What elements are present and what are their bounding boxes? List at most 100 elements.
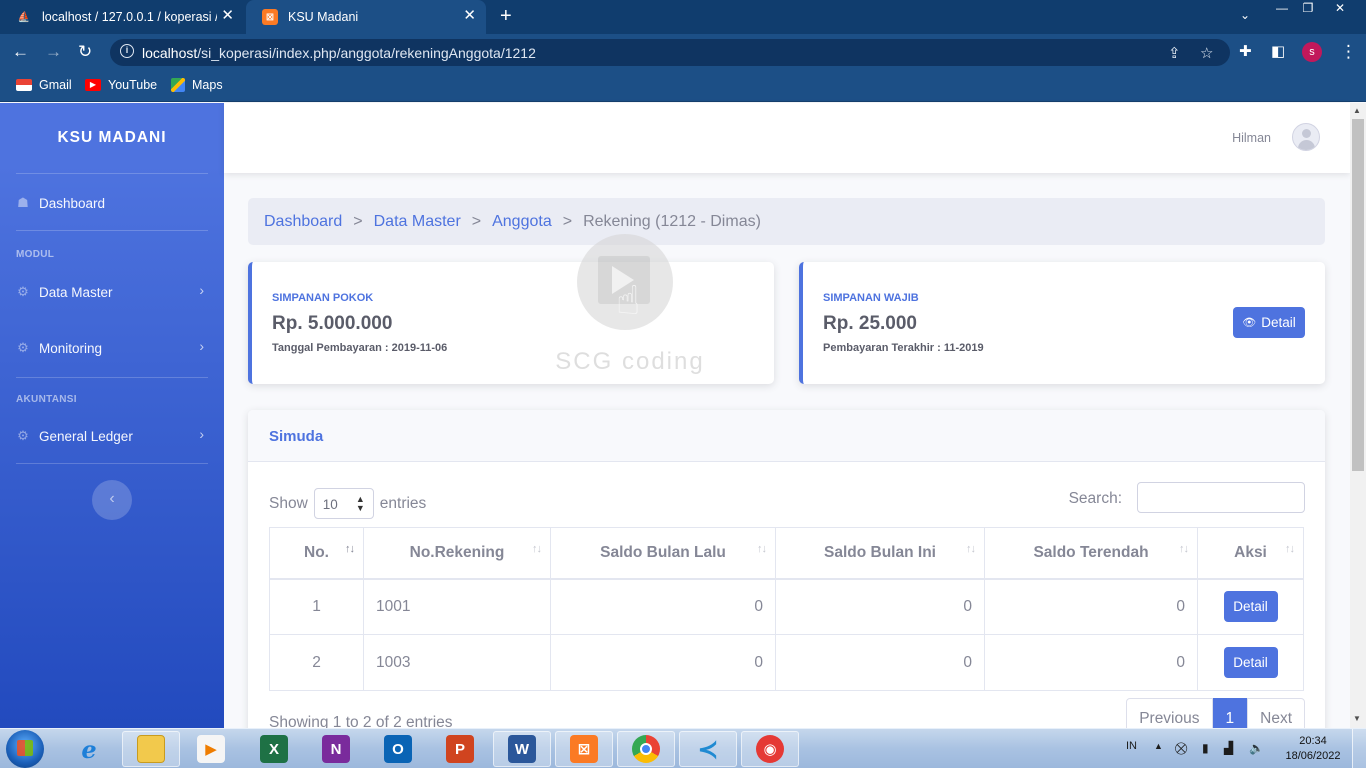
site-info-icon[interactable]: i [120, 44, 134, 58]
search-input[interactable] [1137, 482, 1305, 513]
close-tab-icon[interactable]: ✕ [221, 8, 234, 24]
browser-tab-ksu-madani[interactable]: ⊠ KSU Madani ✕ [246, 0, 486, 34]
card-label: SIMPANAN WAJIB [823, 292, 919, 304]
back-icon[interactable]: ← [12, 42, 29, 62]
phpmyadmin-favicon-icon: ⛵ [17, 11, 31, 23]
scrollbar-thumb[interactable] [1352, 119, 1364, 471]
tray-signal-icon[interactable]: ▟ [1224, 741, 1233, 755]
tray-clock[interactable]: 20:34 18/06/2022 [1281, 734, 1345, 764]
column-header-aksi[interactable]: Aksi ↑↓ [1197, 527, 1304, 580]
row-detail-button[interactable]: Detail [1223, 647, 1278, 678]
tab-title: KSU Madani [288, 10, 359, 24]
tab-search-chevron-icon[interactable]: ⌄ [1240, 8, 1250, 22]
sidebar-item-label: Dashboard [39, 195, 106, 211]
minimize-icon[interactable]: — [1268, 0, 1296, 18]
cell-saldo-bulan-ini: 0 [775, 634, 985, 691]
sidebar-divider [16, 463, 208, 464]
address-bar[interactable]: i localhost/si_koperasi/index.php/anggot… [110, 39, 1230, 66]
browser-tab-phpmyadmin[interactable]: ⛵ localhost / 127.0.0.1 / koperasi / ✕ [0, 0, 244, 34]
share-icon[interactable]: ⇪ [1168, 44, 1181, 62]
close-tab-icon[interactable]: ✕ [463, 8, 476, 24]
breadcrumb-dashboard[interactable]: Dashboard [264, 213, 342, 231]
chevron-right-icon: › [199, 282, 204, 298]
taskbar-xampp[interactable]: ⊠ [555, 731, 613, 767]
new-tab-icon[interactable]: + [500, 6, 512, 26]
column-header-saldo-terendah[interactable]: Saldo Terendah ↑↓ [984, 527, 1198, 580]
tray-volume-icon[interactable]: 🔈 [1249, 741, 1264, 755]
taskbar-onenote[interactable]: N [307, 731, 365, 767]
breadcrumb-anggota[interactable]: Anggota [492, 213, 552, 231]
sidebar-item-monitoring[interactable]: ⚙ Monitoring › [16, 335, 208, 361]
tray-language[interactable]: IN [1126, 740, 1137, 752]
entries-select[interactable]: 10 ▲ ▼ [313, 488, 374, 519]
entries-label: entries [379, 494, 427, 512]
bookmark-gmail[interactable]: Gmail [16, 78, 72, 92]
scroll-down-icon[interactable]: ▼ [1353, 714, 1361, 723]
sidebar-item-general-ledger[interactable]: ⚙ General Ledger › [16, 423, 208, 449]
taskbar-outlook[interactable]: O [369, 731, 427, 767]
taskbar-media-player[interactable]: ▶ [182, 731, 240, 767]
bookmarks-bar: Gmail ▶ YouTube Maps [0, 71, 1366, 102]
sidebar-item-dashboard[interactable]: ☗ Dashboard [16, 190, 208, 216]
user-avatar-icon[interactable] [1292, 123, 1320, 151]
sidebar-toggle-button[interactable]: ‹ [92, 480, 132, 520]
windows-taskbar: e ▶ X N O P W ⊠ ≺ ◉ IN ▲ ⛒ ▮ ▟ 🔈 20:34 1… [0, 728, 1366, 768]
reload-icon[interactable]: ↻ [78, 42, 92, 62]
column-header-no[interactable]: No. ↑↓ [269, 527, 364, 580]
row-detail-button[interactable]: Detail [1223, 591, 1278, 623]
taskbar-word[interactable]: W [493, 731, 551, 767]
close-window-icon[interactable]: ✕ [1326, 0, 1354, 18]
show-label: Show [269, 494, 308, 512]
column-header-saldo-bulan-ini[interactable]: Saldo Bulan Ini ↑↓ [775, 527, 985, 580]
extensions-icon[interactable]: ✚ [1239, 42, 1252, 62]
taskbar-chrome[interactable] [617, 731, 675, 767]
restore-icon[interactable]: ❐ [1294, 0, 1322, 18]
cell-no-rekening: 1003 [363, 634, 551, 691]
breadcrumb-current: Rekening (1212 - Dimas) [583, 212, 761, 230]
bookmark-star-icon[interactable]: ☆ [1200, 44, 1213, 62]
forward-icon[interactable]: → [45, 42, 62, 62]
clock-time: 20:34 [1299, 735, 1327, 747]
browser-tab-strip: ⛵ localhost / 127.0.0.1 / koperasi / ✕ ⊠… [0, 0, 1366, 34]
card-subtext: Tanggal Pembayaran : 2019-11-06 [272, 342, 448, 354]
sidebar-item-label: General Ledger [39, 428, 133, 444]
taskbar-internet-explorer[interactable]: e [60, 731, 118, 767]
tray-battery-icon[interactable]: ▮ [1202, 741, 1209, 755]
xampp-icon: ⊠ [570, 735, 598, 763]
sidebar-brand[interactable]: KSU MADANI [0, 129, 224, 147]
bookmark-maps[interactable]: Maps [171, 78, 223, 92]
vscode-icon: ≺ [697, 733, 719, 764]
taskbar-file-explorer[interactable] [122, 731, 180, 767]
taskbar-excel[interactable]: X [245, 731, 303, 767]
browser-menu-icon[interactable]: ⋮ [1340, 42, 1357, 62]
sidebar-heading-modul: MODUL [16, 249, 55, 260]
tray-show-hidden-icon[interactable]: ▲ [1154, 741, 1163, 751]
simpanan-pokok-card: SIMPANAN POKOK Rp. 5.000.000 Tanggal Pem… [248, 262, 774, 384]
side-panel-icon[interactable]: ◧ [1271, 42, 1285, 62]
card-amount: Rp. 25.000 [823, 313, 917, 334]
column-header-no-rekening[interactable]: No.Rekening ↑↓ [363, 527, 551, 580]
start-button[interactable] [6, 730, 44, 768]
taskbar-screen-recorder[interactable]: ◉ [741, 731, 799, 767]
chevron-right-icon: › [199, 426, 204, 442]
tab-title: localhost / 127.0.0.1 / koperasi / [42, 10, 217, 24]
column-header-saldo-bulan-lalu[interactable]: Saldo Bulan Lalu ↑↓ [550, 527, 776, 580]
simuda-card: Simuda Show 10 ▲ ▼ entries Search: No. ↑↓ … [248, 410, 1325, 740]
show-desktop-button[interactable] [1352, 729, 1366, 768]
taskbar-powerpoint[interactable]: P [431, 731, 489, 767]
card-amount: Rp. 5.000.000 [272, 313, 393, 334]
tray-network-error-icon[interactable]: ⛒ [1175, 741, 1187, 756]
maps-icon [171, 78, 185, 92]
sidebar-item-data-master[interactable]: ⚙ Data Master › [16, 279, 208, 305]
simuda-title: Simuda [269, 428, 324, 445]
bookmark-youtube[interactable]: ▶ YouTube [85, 78, 157, 92]
taskbar-vscode[interactable]: ≺ [679, 731, 737, 767]
scroll-up-icon[interactable]: ▲ [1353, 106, 1361, 115]
breadcrumb-data-master[interactable]: Data Master [374, 213, 461, 231]
page-scrollbar[interactable]: ▲ ▼ [1350, 103, 1366, 728]
user-name[interactable]: Hilman [1232, 131, 1271, 145]
sidebar-divider [16, 230, 208, 231]
simpanan-wajib-detail-button[interactable]: 👁 Detail [1233, 307, 1305, 338]
profile-avatar[interactable]: s [1302, 42, 1322, 62]
sidebar-heading-akuntansi: AKUNTANSI [16, 394, 77, 405]
